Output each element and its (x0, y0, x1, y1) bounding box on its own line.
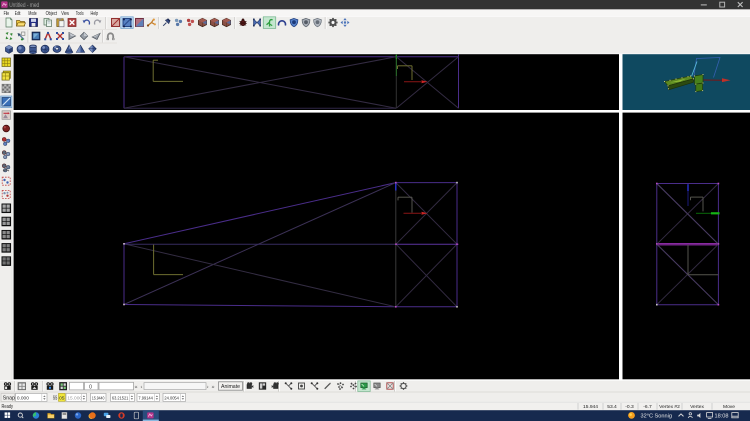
svg-text:32°C Sonnig: 32°C Sonnig (641, 414, 672, 420)
svg-text:0.000: 0.000 (17, 396, 29, 402)
svg-text:Animate: Animate (221, 384, 240, 390)
svg-text:Snap: Snap (3, 396, 15, 402)
svg-text:»: » (212, 385, 215, 391)
svg-text:-0.3: -0.3 (625, 404, 634, 410)
svg-text:Vertex #2: Vertex #2 (659, 404, 680, 410)
svg-text:15.944: 15.944 (583, 404, 598, 410)
svg-text:‹: ‹ (141, 384, 143, 390)
svg-text:15.000: 15.000 (67, 396, 82, 402)
svg-text:Vertex: Vertex (690, 404, 704, 410)
svg-text:15.9440: 15.9440 (92, 396, 105, 402)
svg-text:«: « (135, 385, 138, 391)
svg-text:18:08: 18:08 (715, 414, 729, 420)
svg-text:05: 05 (59, 396, 65, 402)
svg-text:Ready: Ready (2, 404, 14, 410)
svg-text:-6.7: -6.7 (643, 404, 652, 410)
svg-text:›: › (207, 384, 209, 390)
svg-text:63.21521: 63.21521 (112, 396, 129, 402)
svg-text:Untitled - med: Untitled - med (9, 3, 39, 9)
svg-text:0: 0 (89, 384, 92, 390)
svg-text:Move: Move (723, 404, 735, 410)
svg-text:53.4: 53.4 (607, 404, 617, 410)
svg-text:7.99144: 7.99144 (138, 396, 153, 402)
svg-text:24.0054: 24.0054 (164, 396, 179, 402)
svg-text:SS: SS (53, 396, 58, 402)
